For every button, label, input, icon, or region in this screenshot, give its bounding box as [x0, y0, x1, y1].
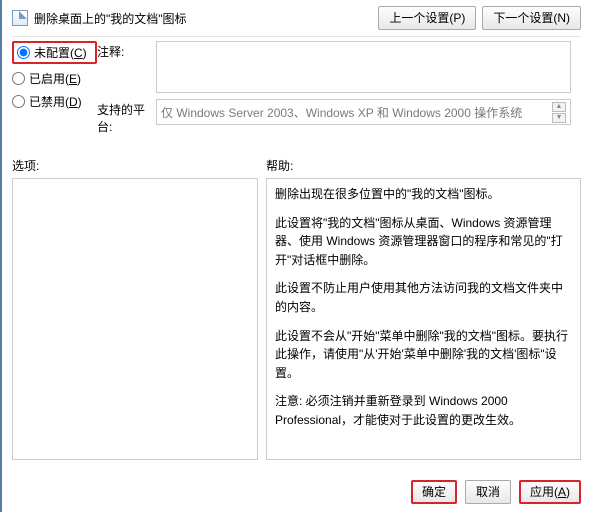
- nav-buttons: 上一个设置(P) 下一个设置(N): [378, 6, 581, 30]
- platform-spinner: ▲ ▼: [552, 102, 566, 123]
- next-setting-button[interactable]: 下一个设置(N): [482, 6, 581, 30]
- radio-enabled-label: 已启用(E): [29, 70, 81, 87]
- comment-label: 注释:: [97, 41, 152, 60]
- cancel-button[interactable]: 取消: [465, 480, 511, 504]
- radio-enabled[interactable]: 已启用(E): [12, 70, 97, 87]
- comment-row: 注释:: [97, 41, 581, 93]
- options-panel: [12, 178, 258, 460]
- platform-text: 仅 Windows Server 2003、Windows XP 和 Windo…: [161, 104, 522, 121]
- panels: 删除出现在很多位置中的"我的文档"图标。 此设置将"我的文档"图标从桌面、Win…: [2, 176, 591, 460]
- comment-input[interactable]: [156, 41, 571, 93]
- radio-not-configured[interactable]: 未配置(C): [12, 41, 97, 64]
- dialog-title: 删除桌面上的"我的文档"图标: [34, 10, 378, 27]
- help-panel: 删除出现在很多位置中的"我的文档"图标。 此设置将"我的文档"图标从桌面、Win…: [266, 178, 581, 460]
- help-p1: 删除出现在很多位置中的"我的文档"图标。: [275, 185, 572, 204]
- radio-enabled-input[interactable]: [12, 72, 25, 85]
- config-section: 未配置(C) 已启用(E) 已禁用(D) 注释: 支持的平台: 仅 Window…: [2, 37, 591, 139]
- footer-buttons: 确定 取消 应用(A): [411, 480, 581, 504]
- help-p2: 此设置将"我的文档"图标从桌面、Windows 资源管理器、使用 Windows…: [275, 214, 572, 270]
- help-p4: 此设置不会从"开始"菜单中删除"我的文档"图标。要执行此操作，请使用"从'开始'…: [275, 327, 572, 383]
- prev-setting-button[interactable]: 上一个设置(P): [378, 6, 476, 30]
- apply-button[interactable]: 应用(A): [519, 480, 581, 504]
- help-label: 帮助:: [266, 157, 581, 174]
- platform-box: 仅 Windows Server 2003、Windows XP 和 Windo…: [156, 99, 571, 125]
- right-fields: 注释: 支持的平台: 仅 Windows Server 2003、Windows…: [97, 41, 581, 135]
- document-icon: [12, 10, 28, 26]
- radio-not-configured-label: 未配置(C): [34, 44, 87, 61]
- mid-labels: 选项: 帮助:: [2, 139, 591, 176]
- radio-disabled[interactable]: 已禁用(D): [12, 93, 97, 110]
- dialog-window: 删除桌面上的"我的文档"图标 上一个设置(P) 下一个设置(N) 未配置(C) …: [0, 0, 591, 512]
- radio-group: 未配置(C) 已启用(E) 已禁用(D): [12, 41, 97, 110]
- ok-button[interactable]: 确定: [411, 480, 457, 504]
- help-p5: 注意: 必须注销并重新登录到 Windows 2000 Professional…: [275, 392, 572, 429]
- platform-label: 支持的平台:: [97, 99, 152, 135]
- spinner-up[interactable]: ▲: [552, 102, 566, 112]
- help-p3: 此设置不防止用户使用其他方法访问我的文档文件夹中的内容。: [275, 279, 572, 316]
- platform-row: 支持的平台: 仅 Windows Server 2003、Windows XP …: [97, 99, 581, 135]
- radio-disabled-label: 已禁用(D): [29, 93, 82, 110]
- radio-disabled-input[interactable]: [12, 95, 25, 108]
- spinner-down[interactable]: ▼: [552, 113, 566, 123]
- options-label: 选项:: [12, 157, 266, 174]
- radio-not-configured-input[interactable]: [17, 46, 30, 59]
- header-row: 删除桌面上的"我的文档"图标 上一个设置(P) 下一个设置(N): [2, 0, 591, 34]
